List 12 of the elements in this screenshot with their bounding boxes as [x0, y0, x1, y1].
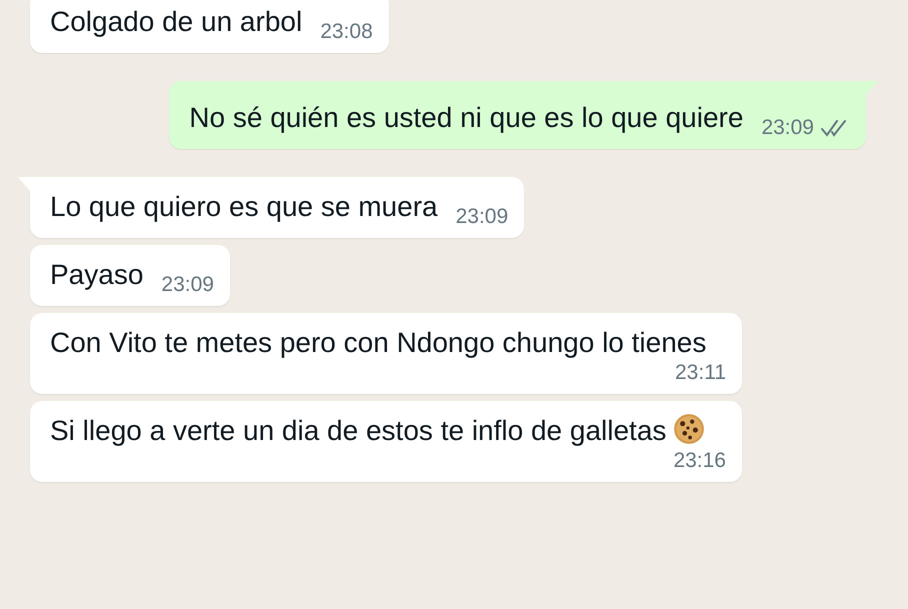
message-time: 23:08 — [320, 19, 373, 45]
message-text: Colgado de un arbol — [50, 6, 302, 37]
message-text: Si llego a verte un dia de estos te inflo de galletas — [50, 415, 666, 446]
message-text: Con Vito te metes pero con Ndongo chungo lo tienes — [50, 327, 706, 358]
message-time: 23:09 — [161, 272, 214, 298]
message-time: 23:09 — [456, 204, 508, 230]
message-time: 23:11 — [675, 360, 726, 386]
message-text: Payaso — [50, 259, 144, 290]
message-time: 23:16 — [673, 448, 726, 474]
message-text: No sé quién es usted ni que es lo que quiere — [189, 102, 744, 133]
message-text: Lo que quiero es que se muera — [50, 191, 438, 222]
message-time: 23:09 — [761, 115, 814, 141]
